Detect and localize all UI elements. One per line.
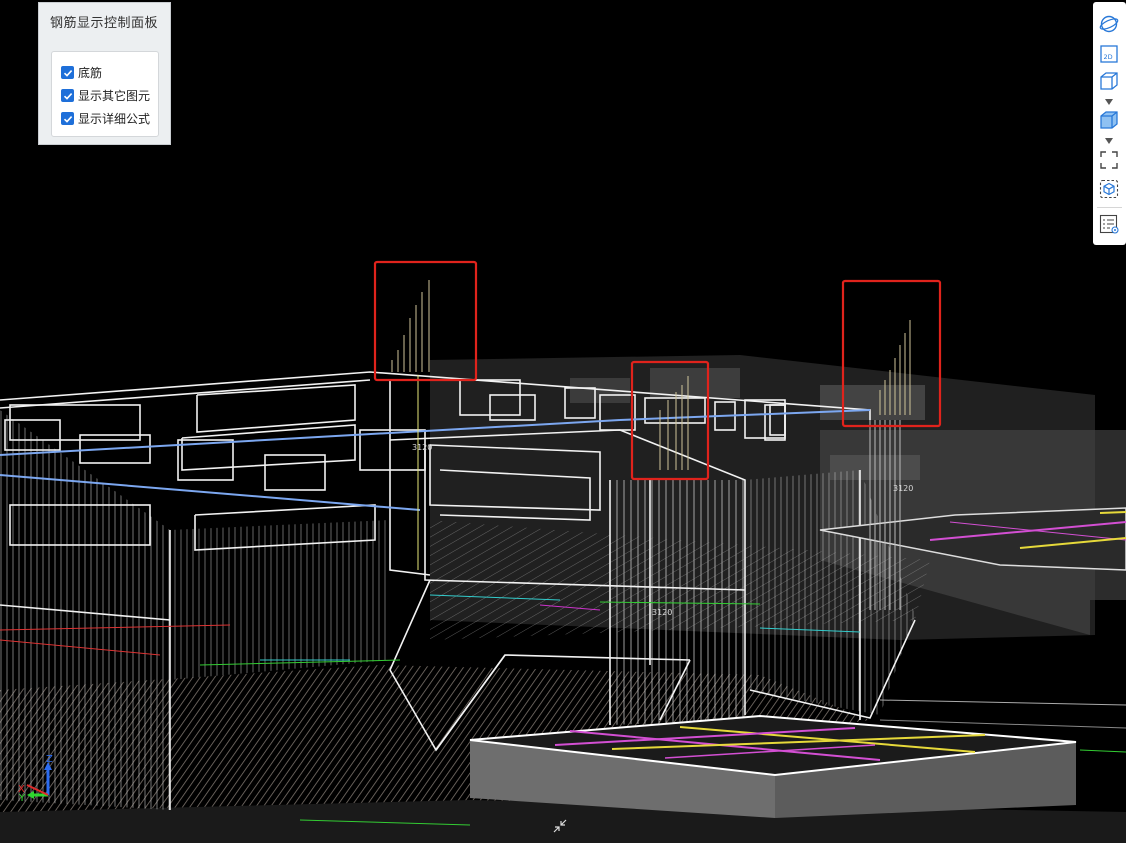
option-label: 显示详细公式 bbox=[78, 112, 151, 126]
panel-title: 钢筋显示控制面板 bbox=[50, 16, 159, 31]
dimension-label-mid: 3120 bbox=[652, 608, 672, 617]
checkbox-checked-icon[interactable] bbox=[61, 112, 74, 125]
layer-list-icon bbox=[1099, 214, 1119, 234]
wall-vertical-rebar-left bbox=[0, 410, 170, 810]
axis-label-z: Z bbox=[46, 754, 53, 765]
chevron-down-icon[interactable] bbox=[1105, 138, 1113, 144]
view-toolbar: 2D bbox=[1093, 2, 1126, 245]
option-list: 底筋 显示其它图元 显示详细公式 bbox=[51, 51, 159, 137]
option-show-other-elements[interactable]: 显示其它图元 bbox=[52, 84, 158, 107]
orbit-icon bbox=[1099, 15, 1119, 33]
isolate-view-button[interactable] bbox=[1098, 178, 1120, 200]
view-3d-solid-button[interactable] bbox=[1098, 109, 1120, 131]
layer-list-button[interactable] bbox=[1098, 213, 1120, 235]
option-label: 显示其它图元 bbox=[78, 89, 151, 103]
fit-view-button[interactable] bbox=[1098, 149, 1120, 171]
dimension-label-right: 3120 bbox=[893, 484, 913, 493]
cursor-mark-icon bbox=[553, 819, 567, 833]
view-3d-solid-icon bbox=[1100, 111, 1118, 129]
view-3d-box-button[interactable] bbox=[1098, 70, 1120, 92]
dimension-label-left: 3120 bbox=[412, 443, 432, 452]
rebar-fan-left bbox=[391, 280, 430, 570]
view-2d-button[interactable]: 2D bbox=[1098, 43, 1120, 65]
option-bottom-rebar[interactable]: 底筋 bbox=[52, 61, 158, 84]
orbit-button[interactable] bbox=[1098, 13, 1120, 35]
fit-view-icon bbox=[1100, 151, 1118, 169]
checkbox-checked-icon[interactable] bbox=[61, 89, 74, 102]
translucent-block-small bbox=[650, 368, 740, 398]
view-2d-icon: 2D bbox=[1100, 45, 1118, 63]
svg-text:2D: 2D bbox=[1104, 53, 1113, 61]
isolate-view-icon bbox=[1099, 179, 1119, 199]
option-label: 底筋 bbox=[78, 66, 103, 80]
rebar-display-control-panel: 钢筋显示控制面板 底筋 显示其它图元 显示详细公式 bbox=[38, 2, 171, 145]
checkbox-checked-icon[interactable] bbox=[61, 66, 74, 79]
toolbar-divider bbox=[1097, 207, 1122, 208]
view-3d-box-icon bbox=[1100, 72, 1118, 90]
chevron-down-icon[interactable] bbox=[1105, 99, 1113, 105]
axis-label-y: Y bbox=[18, 793, 26, 804]
wall-vertical-rebar-mid bbox=[170, 520, 390, 680]
translucent-block-small3 bbox=[820, 385, 925, 420]
option-show-detailed-formula[interactable]: 显示详细公式 bbox=[52, 107, 158, 130]
